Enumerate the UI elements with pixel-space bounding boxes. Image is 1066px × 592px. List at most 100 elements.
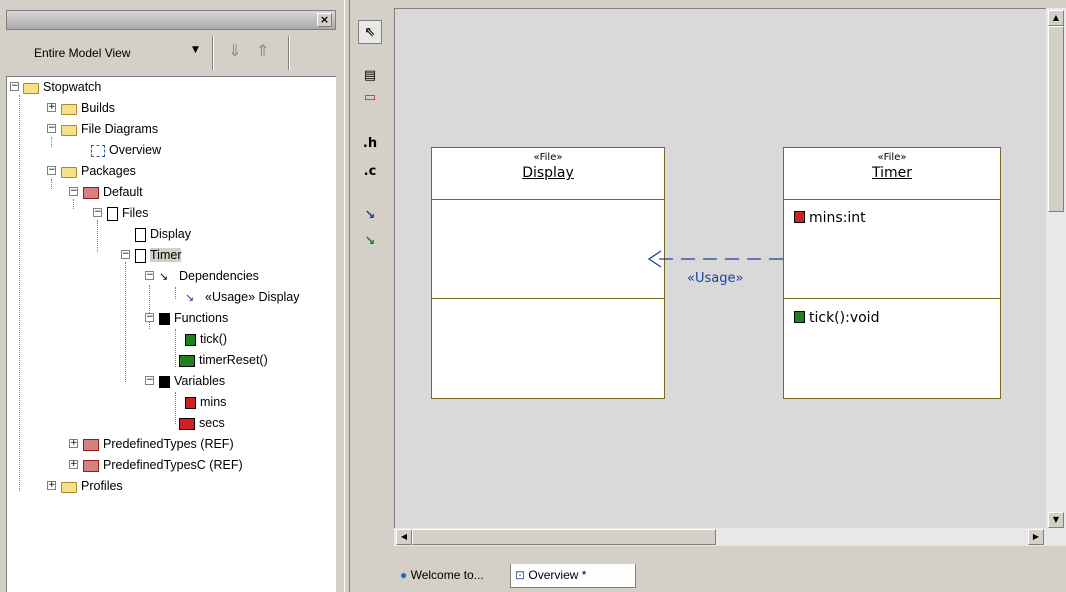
tree-line [175,392,176,424]
attribute-mins[interactable]: mins:int [794,210,866,226]
box-name: Timer [871,165,913,181]
tree-item-overview[interactable]: Overview [91,140,161,160]
tree-item-profiles[interactable]: Profiles [61,476,123,496]
collapse-icon[interactable]: − [145,376,154,385]
private-operation-icon [179,354,195,367]
panel-splitter[interactable] [344,0,350,592]
tree-line [175,287,176,299]
file-tool[interactable]: ▤ [358,64,382,88]
collapse-icon[interactable]: − [93,208,102,217]
scroll-left-button[interactable]: ◀ [396,529,412,545]
dependency-tool[interactable]: ↘ [358,204,382,228]
attributes-compartment: mins:int [784,200,1000,299]
diagram-toolbox: ⇖ ▤ ▭ .h .c ↘ ↘ [352,8,388,592]
usage-icon: ↘ [185,291,195,304]
collapse-icon[interactable]: − [121,250,130,259]
expand-icon[interactable]: + [47,103,56,112]
collapse-icon[interactable]: − [47,124,56,133]
expand-icon[interactable]: + [69,460,78,469]
tree-item-mins[interactable]: mins [185,392,226,412]
collapse-icon[interactable]: − [145,271,154,280]
tree-item-predefined-types[interactable]: PredefinedTypes (REF) [83,434,234,454]
tree-line [51,137,52,147]
tree-item-dependencies[interactable]: ↘ Dependencies [159,266,259,286]
diagram-icon: ⊡ [515,568,526,582]
diagram-icon [91,144,105,157]
tree-item-predefined-types-c[interactable]: PredefinedTypesC (REF) [83,455,243,475]
tree-line [97,220,98,252]
private-attribute-icon [179,417,195,430]
package-icon [83,186,99,199]
model-tree[interactable]: − Stopwatch + Builds − File Diagrams Ove… [6,76,336,592]
operation-icon [794,311,805,323]
expand-icon[interactable]: + [47,481,56,490]
collapse-icon[interactable]: − [145,313,154,322]
move-down-icon[interactable]: ⇓ [228,41,241,60]
folder-icon [61,167,77,179]
folder-icon [61,104,77,116]
attribute-icon [185,396,196,409]
tree-item-display[interactable]: Display [135,224,191,244]
vertical-scrollbar[interactable]: ▲ ▼ [1046,8,1066,546]
scroll-thumb[interactable] [412,529,716,545]
document-tabs: ● Welcome to... ⊡ Overview * [394,562,1066,592]
package-icon [83,459,99,472]
source-file-tool[interactable]: .c [358,160,382,184]
horizontal-scrollbar[interactable]: ◀ ▶ [394,528,1046,546]
files-icon [107,206,118,221]
project-folder-icon [23,83,39,95]
tab-overview[interactable]: ⊡ Overview * [510,564,636,588]
header-file-tool[interactable]: .h [358,132,382,156]
box-header: «File» Timer [784,148,1000,200]
view-toolbar: Entire Model View ▼ ⇓ ⇑ [6,32,336,74]
folder-icon [61,125,77,137]
chevron-down-icon[interactable]: ▼ [192,45,199,55]
tree-item-file-diagrams[interactable]: File Diagrams [61,119,158,139]
tree-item-functions[interactable]: Functions [159,308,228,328]
folder-tool[interactable]: ▭ [358,86,382,110]
tree-line [149,285,150,329]
scroll-up-button[interactable]: ▲ [1048,10,1064,26]
diagram-canvas[interactable]: «File» Display «File» Timer mins:int tic… [394,8,1046,528]
collapse-icon[interactable]: − [10,82,19,91]
variables-icon [159,375,170,388]
box-header: «File» Display [432,148,664,200]
folder-icon [61,482,77,494]
usage-label: «Usage» [687,271,744,286]
scroll-thumb[interactable] [1048,26,1064,212]
tree-line [19,95,20,491]
scroll-right-button[interactable]: ▶ [1028,529,1044,545]
operation-icon [185,333,196,346]
pointer-tool[interactable]: ⇖ [358,20,382,44]
stereotype-label: «File» [533,152,563,163]
expand-icon[interactable]: + [69,439,78,448]
package-icon [83,438,99,451]
tree-item-timer[interactable]: Timer [135,245,182,265]
tree-item-stopwatch[interactable]: Stopwatch [23,77,101,97]
operation-tick[interactable]: tick():void [794,310,879,326]
flow-tool[interactable]: ↘ [358,230,382,254]
view-selector[interactable]: Entire Model View [34,46,131,60]
tree-item-usage-display[interactable]: ↘ «Usage» Display [185,287,300,307]
tree-item-variables[interactable]: Variables [159,371,225,391]
attributes-compartment [432,200,664,299]
tree-item-secs[interactable]: secs [179,413,225,433]
collapse-icon[interactable]: − [69,187,78,196]
scroll-down-button[interactable]: ▼ [1048,512,1064,528]
tree-item-files[interactable]: Files [107,203,148,223]
functions-icon [159,312,170,325]
tree-item-default[interactable]: Default [83,182,143,202]
tree-line [73,199,74,209]
tab-welcome[interactable]: ● Welcome to... [396,564,488,588]
timer-file-box[interactable]: «File» Timer mins:int tick():void [783,147,1001,399]
separator [212,36,214,70]
tree-item-tick[interactable]: tick() [185,329,227,349]
tree-item-timer-reset[interactable]: timerReset() [179,350,268,370]
close-panel-button[interactable]: × [317,13,332,27]
collapse-icon[interactable]: − [47,166,56,175]
file-icon [135,248,146,263]
tree-item-builds[interactable]: Builds [61,98,115,118]
tree-item-packages[interactable]: Packages [61,161,136,181]
display-file-box[interactable]: «File» Display [431,147,665,399]
move-up-icon[interactable]: ⇑ [256,41,269,60]
